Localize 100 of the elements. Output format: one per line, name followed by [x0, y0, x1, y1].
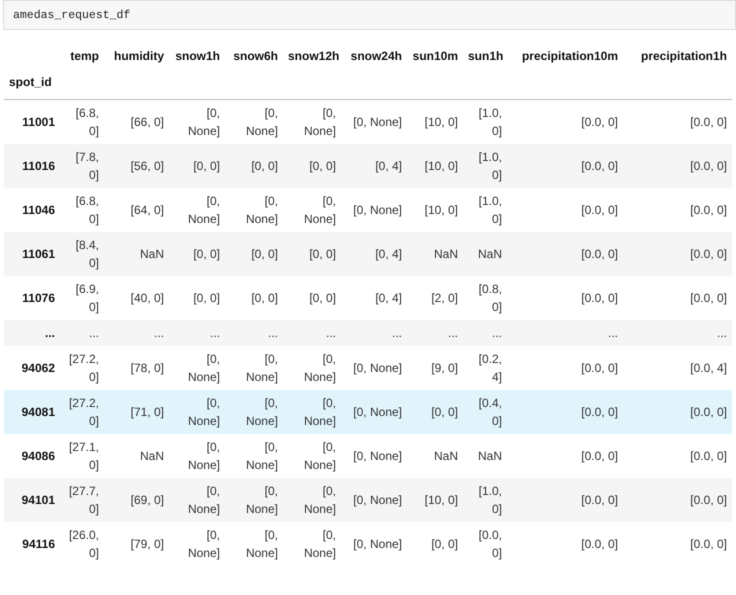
table-cell: ...: [341, 320, 407, 346]
table-cell: ...: [463, 320, 507, 346]
table-cell: [0, None]: [283, 390, 341, 434]
table-cell: [9, 0]: [407, 346, 463, 390]
table-cell: [1.0, 0]: [463, 188, 507, 232]
table-cell: NaN: [407, 232, 463, 276]
table-row[interactable]: 94101 [27.7, 0] [69, 0] [0, None] [0, None] [0, None] [0, None] [10, 0] [1.0, 0] [0.0, 0] [0.0, 0]: [4, 478, 732, 522]
table-cell: [0, None]: [341, 346, 407, 390]
table-cell: [0.0, 0]: [623, 478, 732, 522]
table-cell: [40, 0]: [104, 276, 169, 320]
table-cell: [0, 0]: [225, 232, 283, 276]
table-cell: [0, None]: [283, 100, 341, 144]
table-cell: [0.0, 4]: [623, 346, 732, 390]
row-header: ...: [4, 320, 60, 346]
table-cell: [0, None]: [283, 434, 341, 478]
table-cell: [8.4, 0]: [60, 232, 104, 276]
table-cell: [0.0, 0]: [507, 478, 623, 522]
table-cell: [0.0, 0]: [507, 434, 623, 478]
table-cell: [0, None]: [341, 390, 407, 434]
table-cell: [0, None]: [283, 188, 341, 232]
table-cell: [0.0, 0]: [507, 232, 623, 276]
table-row[interactable]: 94062 [27.2, 0] [78, 0] [0, None] [0, None] [0, None] [0, None] [9, 0] [0.2, 4] [0.0, 0] [0.0, 4]: [4, 346, 732, 390]
table-cell: [1.0, 0]: [463, 144, 507, 188]
table-cell: [0, None]: [283, 522, 341, 566]
table-cell: [1.0, 0]: [463, 100, 507, 144]
table-cell: [10, 0]: [407, 188, 463, 232]
table-cell: [0.0, 0]: [623, 144, 732, 188]
column-header: sun1h: [467, 48, 504, 65]
column-header: humidity: [113, 48, 165, 65]
table-cell: [0, None]: [341, 478, 407, 522]
table-cell: [0, None]: [169, 522, 225, 566]
row-header: 94081: [4, 390, 60, 434]
table-row[interactable]: 11061 [8.4, 0] NaN [0, 0] [0, 0] [0, 0] [0, 4] NaN NaN [0.0, 0] [0.0, 0]: [4, 232, 732, 276]
table-cell: [27.1, 0]: [60, 434, 104, 478]
row-header: 94086: [4, 434, 60, 478]
table-cell: [0, None]: [169, 188, 225, 232]
table-cell: [0.0, 0]: [507, 276, 623, 320]
row-header: 94101: [4, 478, 60, 522]
table-cell: [0, None]: [169, 434, 225, 478]
table-cell: [79, 0]: [104, 522, 169, 566]
table-cell: [6.8, 0]: [60, 100, 104, 144]
column-header: snow12h: [287, 48, 340, 65]
table-cell: ...: [623, 320, 732, 346]
table-cell: [0.0, 0]: [623, 100, 732, 144]
table-cell: [10, 0]: [407, 478, 463, 522]
table-cell: [0.0, 0]: [623, 232, 732, 276]
table-cell: [0.8, 0]: [463, 276, 507, 320]
table-cell: [0, None]: [169, 100, 225, 144]
table-cell: [0, None]: [225, 434, 283, 478]
table-cell: [0, 0]: [283, 276, 341, 320]
table-row[interactable]: 11046 [6.8, 0] [64, 0] [0, None] [0, None] [0, None] [0, None] [10, 0] [1.0, 0] [0.0, 0] [0.0, 0]: [4, 188, 732, 232]
table-cell: [0, None]: [341, 188, 407, 232]
index-header: spot_id: [4, 71, 60, 100]
table-cell: [27.2, 0]: [60, 346, 104, 390]
row-header: 94116: [4, 522, 60, 566]
table-cell: [0.0, 0]: [623, 522, 732, 566]
table-cell: [78, 0]: [104, 346, 169, 390]
table-cell: [26.0, 0]: [60, 522, 104, 566]
table-cell: [27.2, 0]: [60, 390, 104, 434]
table-cell: [10, 0]: [407, 144, 463, 188]
column-header: snow6h: [232, 48, 279, 65]
table-cell: [0.0, 0]: [623, 188, 732, 232]
row-header: 11001: [4, 100, 60, 144]
column-header: snow1h: [174, 48, 221, 65]
table-cell: [0, None]: [341, 434, 407, 478]
table-cell: [0, 0]: [283, 232, 341, 276]
table-cell: [6.8, 0]: [60, 188, 104, 232]
table-cell: [6.9, 0]: [60, 276, 104, 320]
table-row[interactable]: ... ... ... ... ... ... ... ... ... ... ...: [4, 320, 732, 346]
row-header: 11061: [4, 232, 60, 276]
table-cell: [0, None]: [225, 100, 283, 144]
table-cell: [0.4, 0]: [463, 390, 507, 434]
table-cell: ...: [225, 320, 283, 346]
table-cell: NaN: [104, 232, 169, 276]
table-cell: [0.2, 4]: [463, 346, 507, 390]
column-header: precipitation1h: [640, 48, 728, 65]
table-cell: [71, 0]: [104, 390, 169, 434]
table-row[interactable]: 94086 [27.1, 0] NaN [0, None] [0, None] [0, None] [0, None] NaN NaN [0.0, 0] [0.0, 0]: [4, 434, 732, 478]
table-cell: ...: [283, 320, 341, 346]
row-header: 94062: [4, 346, 60, 390]
table-cell: [0, None]: [169, 390, 225, 434]
row-header: 11076: [4, 276, 60, 320]
table-cell: [0, 4]: [341, 232, 407, 276]
table-cell: [69, 0]: [104, 478, 169, 522]
table-cell: ...: [507, 320, 623, 346]
table-cell: [7.8, 0]: [60, 144, 104, 188]
table-cell: [0.0, 0]: [507, 346, 623, 390]
table-cell: [0.0, 0]: [507, 144, 623, 188]
table-cell: [0.0, 0]: [623, 390, 732, 434]
table-row[interactable]: 11016 [7.8, 0] [56, 0] [0, 0] [0, 0] [0, 0] [0, 4] [10, 0] [1.0, 0] [0.0, 0] [0.0, 0]: [4, 144, 732, 188]
table-row[interactable]: 11076 [6.9, 0] [40, 0] [0, 0] [0, 0] [0, 0] [0, 4] [2, 0] [0.8, 0] [0.0, 0] [0.0, 0]: [4, 276, 732, 320]
code-cell[interactable]: amedas_request_df: [3, 0, 736, 30]
table-cell: ...: [407, 320, 463, 346]
table-row[interactable]: 11001 [6.8, 0] [66, 0] [0, None] [0, None] [0, None] [0, None] [10, 0] [1.0, 0] [0.0, 0] [0.0, 0]: [4, 100, 732, 144]
table-cell: [0.0, 0]: [623, 276, 732, 320]
table-cell: [27.7, 0]: [60, 478, 104, 522]
table-cell: [0.0, 0]: [507, 188, 623, 232]
table-cell: [0, None]: [283, 346, 341, 390]
table-cell: [0.0, 0]: [463, 522, 507, 566]
table-cell: [0, 0]: [169, 144, 225, 188]
